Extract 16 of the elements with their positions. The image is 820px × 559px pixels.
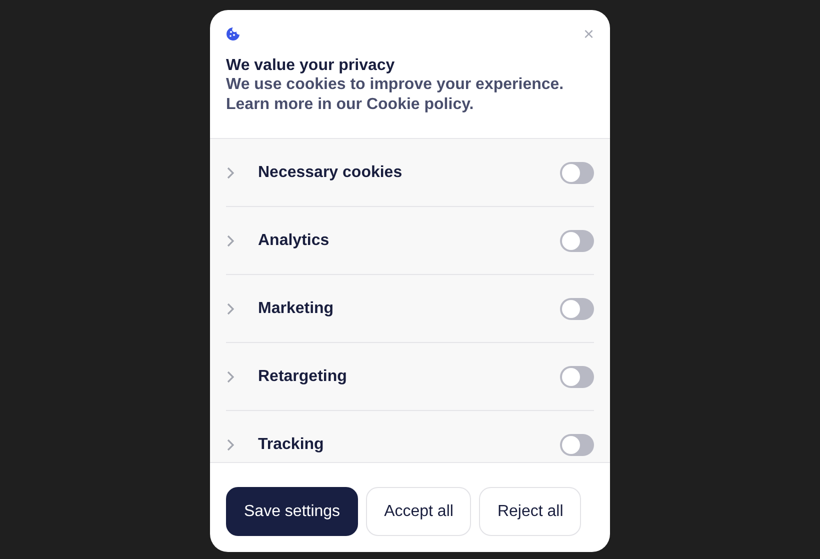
dialog-title: We value your privacy	[226, 56, 396, 75]
category-label: Analytics	[258, 232, 330, 250]
toggle-switch[interactable]	[560, 298, 594, 320]
toggle-switch[interactable]	[560, 366, 594, 388]
toggle-switch[interactable]	[560, 230, 594, 252]
save-button[interactable]: Save settings	[226, 487, 358, 536]
toggle-switch[interactable]	[560, 162, 594, 184]
category-label: Marketing	[258, 300, 335, 318]
consent-button[interactable]: Reject all	[479, 487, 582, 536]
category-label: Retargeting	[258, 368, 348, 386]
category-label: Necessary cookies	[258, 164, 404, 182]
toggle-switch[interactable]	[560, 434, 594, 456]
cookie-icon	[226, 27, 240, 41]
consent-button[interactable]: Accept all	[366, 487, 472, 536]
dialog-description: We use cookies to improve your experience. Learn more in our Cookie policy.	[226, 75, 565, 115]
category-label: Tracking	[258, 436, 325, 454]
